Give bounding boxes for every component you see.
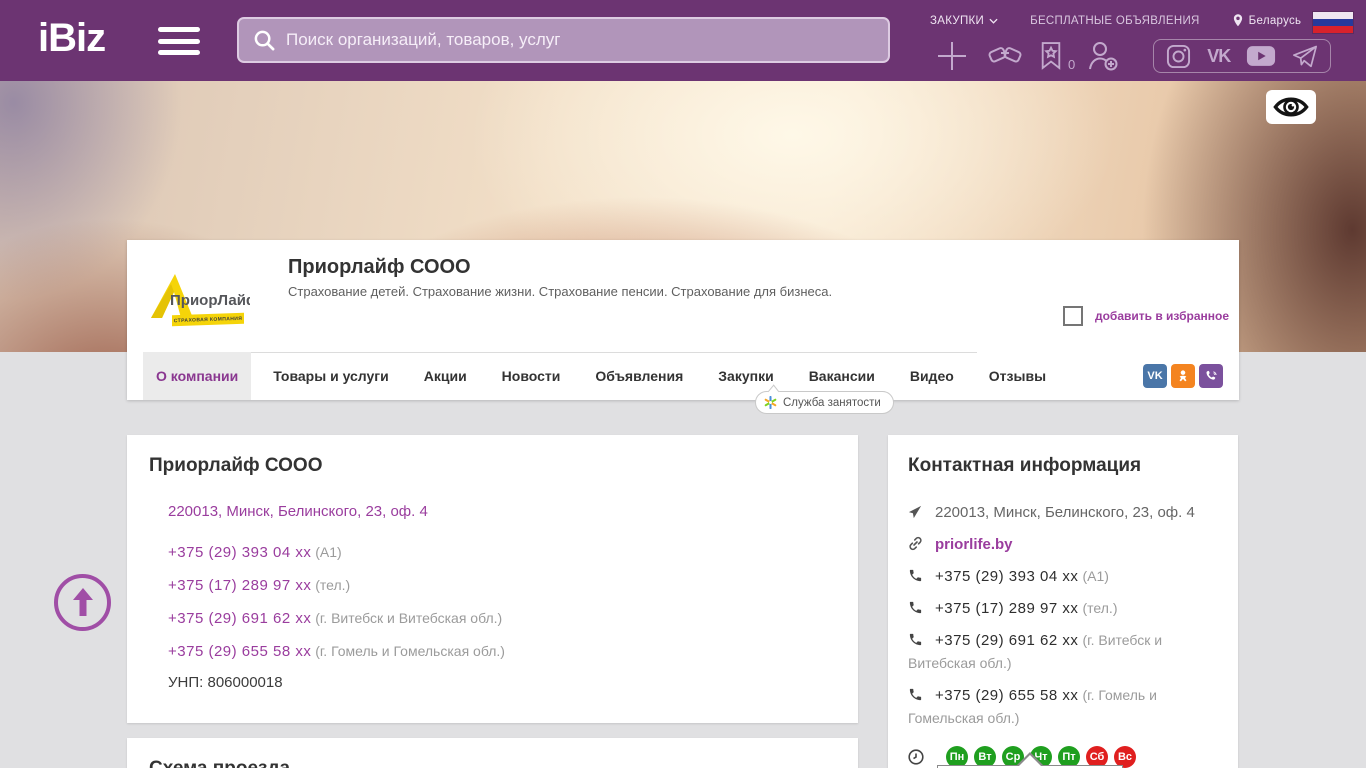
location-pin-icon (1233, 14, 1242, 27)
login-person-icon[interactable] (1075, 40, 1131, 72)
contact-phone-row: +375 (17) 289 97 xx (тел.) (908, 597, 1218, 620)
tab-Объявления[interactable]: Объявления (582, 352, 696, 400)
vk-badge-icon[interactable]: VK (1143, 364, 1167, 388)
about-title: Приорлайф СООО (149, 455, 323, 476)
phone-icon (908, 687, 924, 702)
add-to-favorites[interactable]: добавить в избранное (1062, 306, 1229, 326)
search-icon (253, 29, 276, 52)
header-links: ЗАКУПКИ БЕСПЛАТНЫЕ ОБЪЯВЛЕНИЯ Беларусь (930, 12, 1302, 30)
tab-Товары и услуги[interactable]: Товары и услуги (260, 352, 401, 400)
phone-line: +375 (29) 655 58 xx (г. Гомель и Гомельс… (168, 641, 836, 662)
phone-icon (908, 568, 924, 583)
phone-number[interactable]: +375 (17) 289 97 xx (168, 577, 311, 594)
contact-phone-number[interactable]: +375 (29) 691 62 xx (935, 632, 1078, 649)
odnoklassniki-icon[interactable] (1171, 364, 1195, 388)
vk-icon[interactable]: VK (1207, 46, 1231, 67)
favorite-label: добавить в избранное (1094, 309, 1229, 323)
logo-title: ПриорЛайф (170, 292, 250, 309)
header: iBiz ЗАКУПКИ БЕСПЛАТНЫЕ ОБЪЯВЛЕНИЯ Белар… (0, 0, 1366, 81)
country-selector[interactable]: Беларусь (1232, 13, 1302, 29)
header-icon-row: 0 VK (930, 36, 1350, 76)
logo-subtitle: СТРАХОВАЯ КОМПАНИЯ (172, 312, 244, 327)
about-phones: +375 (29) 393 04 xx (А1) +375 (17) 289 97… (168, 542, 836, 662)
contact-phones: +375 (29) 393 04 xx (А1) +375 (17) 289 97… (908, 565, 1218, 730)
contact-phone-note: (А1) (1082, 568, 1109, 584)
contact-address[interactable]: 220013, Минск, Белинского, 23, оф. 4 (935, 504, 1195, 521)
tabs: О компании Товары и услуги Акции Новости Объ… (143, 352, 1068, 400)
company-website-link[interactable]: priorlife.by (935, 536, 1013, 553)
contact-phone-row: +375 (29) 691 62 xx (г. Витебск и Витебс… (908, 629, 1218, 675)
tab-Акции[interactable]: Акции (411, 352, 480, 400)
contact-title: Контактная информация (908, 455, 1142, 476)
menu-icon[interactable] (158, 27, 200, 55)
tab-Отзывы[interactable]: Отзывы (976, 352, 1059, 400)
handshake-icon[interactable] (974, 41, 1036, 71)
employment-service-tooltip[interactable]: Служба занятости (755, 384, 894, 414)
add-plus-icon[interactable] (930, 38, 974, 74)
contact-phone-number[interactable]: +375 (29) 655 58 xx (935, 687, 1078, 704)
clock-icon (908, 749, 924, 765)
phone-line: +375 (29) 691 62 xx (г. Витебск и Витебс… (168, 608, 836, 629)
map-card: Схема проезда (127, 738, 858, 768)
company-card: ПриорЛайф СТРАХОВАЯ КОМПАНИЯ Приорлайф С… (127, 240, 1239, 414)
phone-note: (г. Витебск и Витебская обл.) (311, 610, 503, 626)
back-to-top-button[interactable] (54, 574, 111, 631)
phone-number[interactable]: +375 (29) 655 58 xx (168, 643, 311, 660)
arrow-up-icon (72, 587, 93, 616)
tab-Видео[interactable]: Видео (897, 352, 967, 400)
phone-line: +375 (29) 393 04 xx (А1) (168, 542, 836, 563)
favorites-bookmark-icon[interactable] (1036, 41, 1066, 71)
map-title: Схема проезда (149, 758, 836, 768)
contact-phone-number[interactable]: +375 (29) 393 04 xx (935, 568, 1078, 585)
contact-address-row: 220013, Минск, Белинского, 23, оф. 4 (908, 501, 1218, 524)
company-social-icons: VK (1143, 364, 1223, 388)
language-flag-ru[interactable] (1313, 12, 1353, 33)
navigation-arrow-icon (908, 505, 924, 519)
about-card: Приорлайф СООО 220013, Минск, Белинского… (127, 435, 858, 723)
employment-asterisk-icon (764, 396, 777, 409)
company-name: Приорлайф СООО (288, 256, 471, 278)
phone-note: (А1) (311, 544, 342, 560)
visibility-eye-button[interactable] (1266, 90, 1316, 124)
phone-icon (908, 632, 924, 647)
phone-note: (тел.) (311, 577, 351, 593)
contact-phone-number[interactable]: +375 (17) 289 97 xx (935, 600, 1078, 617)
page: iBiz ЗАКУПКИ БЕСПЛАТНЫЕ ОБЪЯВЛЕНИЯ Белар… (0, 0, 1366, 768)
link-icon (908, 536, 924, 551)
about-address[interactable]: 220013, Минск, Белинского, 23, оф. 4 (168, 503, 836, 520)
schedule-tooltip-pointer-inner (1019, 755, 1041, 766)
search-bar[interactable] (237, 17, 890, 63)
chevron-down-icon (989, 18, 998, 24)
phone-number[interactable]: +375 (29) 691 62 xx (168, 610, 311, 627)
ibiz-logo[interactable]: iBiz (38, 16, 106, 61)
free-ads-link[interactable]: БЕСПЛАТНЫЕ ОБЪЯВЛЕНИЯ (1030, 15, 1200, 27)
company-description: Страхование детей. Страхование жизни. Ст… (288, 284, 833, 299)
favorite-checkbox[interactable] (1062, 306, 1083, 326)
youtube-icon[interactable] (1246, 45, 1276, 67)
tab-Новости[interactable]: Новости (489, 352, 574, 400)
viber-icon[interactable] (1199, 364, 1223, 388)
search-input[interactable] (286, 30, 888, 50)
contact-phone-row: +375 (29) 655 58 xx (г. Гомель и Гомельс… (908, 684, 1218, 730)
phone-icon (908, 600, 924, 615)
contact-card: Контактная информация 220013, Минск, Бел… (888, 435, 1238, 768)
phone-number[interactable]: +375 (29) 393 04 xx (168, 544, 311, 561)
tab-О компании[interactable]: О компании (143, 352, 252, 400)
company-logo[interactable]: ПриорЛайф СТРАХОВАЯ КОМПАНИЯ (145, 250, 250, 355)
tabs-row: О компании Товары и услуги Акции Новости Объ… (127, 352, 1239, 400)
instagram-icon[interactable] (1166, 44, 1191, 69)
eye-icon (1273, 97, 1309, 117)
tooltip-text: Служба занятости (783, 396, 881, 409)
telegram-icon[interactable] (1292, 44, 1318, 68)
procurement-link[interactable]: ЗАКУПКИ (930, 15, 998, 27)
phone-note: (г. Гомель и Гомельская обл.) (311, 643, 505, 659)
company-unp: УНП: 806000018 (168, 674, 283, 691)
phone-line: +375 (17) 289 97 xx (тел.) (168, 575, 836, 596)
contact-website-row: priorlife.by (908, 533, 1218, 556)
contact-phone-row: +375 (29) 393 04 xx (А1) (908, 565, 1218, 588)
contact-phone-note: (тел.) (1082, 600, 1118, 616)
header-social-links: VK (1153, 39, 1332, 73)
favorites-count: 0 (1068, 57, 1076, 72)
